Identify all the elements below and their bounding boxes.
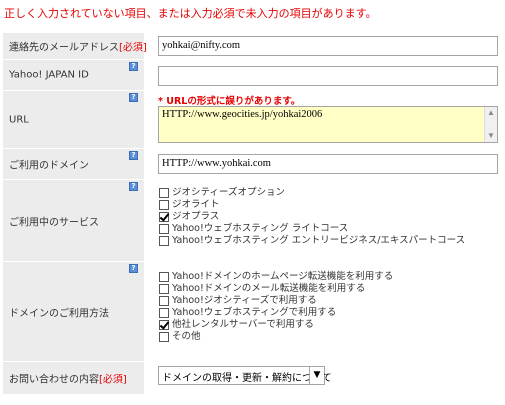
usage-option-label: Yahoo!ジオシティーズで利用する [172,295,317,306]
row-url: URL ? * URLの形式に誤りがあります。 HTTP://www.geoci… [3,91,505,149]
service-option[interactable]: ジオライト [159,199,465,211]
usage-option-label: Yahoo!ドメインのメール転送機能を利用する [172,283,366,294]
contact-form: 連絡先のメールアドレス[必須] yohkai@nifty.com Yahoo! … [3,33,505,395]
usage-option[interactable]: Yahoo!ウェブホスティングで利用する [159,307,393,319]
form-error-message: 正しく入力されていない項目、または入力必須で未入力の項目があります。 [4,7,377,20]
checkbox[interactable] [159,236,169,246]
label-services: ご利用中のサービス ? [3,180,148,261]
row-inquiry: お問い合わせの内容[必須] ドメインの取得・更新・解約について ▼ [3,362,505,395]
url-error-message: * URLの形式に誤りがあります。 [158,96,301,107]
service-option[interactable]: Yahoo!ウェブホスティング エントリービジネス/エキスパートコース [159,235,465,247]
usage-option[interactable]: 他社レンタルサーバーで利用する [159,319,393,331]
label-url-text: URL [9,114,29,125]
required-mark: [必須] [99,374,127,386]
usage-option-label: その他 [172,331,201,342]
required-mark: [必須] [119,42,147,54]
service-option[interactable]: ジオプラス [159,211,465,223]
checkbox[interactable] [159,332,169,342]
checkbox-checked[interactable] [159,320,169,330]
label-yahoo-id-text: Yahoo! JAPAN ID [9,69,89,81]
label-services-text: ご利用中のサービス [9,217,99,228]
row-domain-usage: ドメインのご利用方法 ? Yahoo!ドメインのホームページ転送機能を利用する … [3,262,505,362]
inquiry-selected-value: ドメインの取得・更新・解約について [162,373,332,384]
inquiry-select[interactable]: ドメインの取得・更新・解約について ▼ [158,366,332,385]
row-email: 連絡先のメールアドレス[必須] yohkai@nifty.com [3,33,505,60]
help-icon[interactable]: ? [129,182,138,191]
checkbox[interactable] [159,188,169,198]
checkbox[interactable] [159,224,169,234]
service-option-label: ジオライト [172,199,220,210]
label-email: 連絡先のメールアドレス[必須] [3,33,148,59]
checkbox[interactable] [159,308,169,318]
label-domain: ご利用のドメイン ? [3,149,148,179]
yahoo-id-field[interactable] [158,66,498,86]
service-option[interactable]: ジオシティーズオプション [159,187,465,199]
email-field[interactable]: yohkai@nifty.com [158,36,498,56]
usage-option-label: Yahoo!ドメインのホームページ転送機能を利用する [172,271,394,282]
usage-option[interactable]: Yahoo!ジオシティーズで利用する [159,295,393,307]
checkbox[interactable] [159,200,169,210]
row-yahoo-id: Yahoo! JAPAN ID ? [3,60,505,91]
scroll-up-icon[interactable]: ▲ [485,107,497,119]
help-icon[interactable]: ? [129,264,138,273]
services-checkbox-list: ジオシティーズオプション ジオライト ジオプラス Yahoo!ウェブホスティング… [159,187,465,247]
usage-option[interactable]: Yahoo!ドメインのホームページ転送機能を利用する [159,271,393,283]
help-icon[interactable]: ? [129,62,138,71]
service-option-label: ジオシティーズオプション [172,187,285,198]
row-services: ご利用中のサービス ? ジオシティーズオプション ジオライト ジオプラス Yah… [3,180,505,262]
textarea-scrollbar[interactable]: ▲ ▼ [484,107,497,142]
label-url: URL ? [3,91,148,148]
label-email-text: 連絡先のメールアドレス [9,42,119,54]
domain-usage-checkbox-list: Yahoo!ドメインのホームページ転送機能を利用する Yahoo!ドメインのメー… [159,271,393,343]
label-domain-text: ご利用のドメイン [9,160,89,172]
usage-option-label: 他社レンタルサーバーで利用する [172,319,314,330]
help-icon[interactable]: ? [129,151,138,160]
url-textarea-value: HTTP://www.geocities.jp/yohkai2006 [162,109,323,120]
label-inquiry-text: お問い合わせの内容 [9,374,99,386]
label-domain-usage-text: ドメインのご利用方法 [9,308,109,319]
label-inquiry: お問い合わせの内容[必須] [3,362,148,394]
scroll-down-icon[interactable]: ▼ [485,130,497,142]
row-domain: ご利用のドメイン ? HTTP://www.yohkai.com [3,149,505,180]
chevron-down-icon[interactable]: ▼ [309,367,324,384]
domain-field[interactable]: HTTP://www.yohkai.com [158,154,498,174]
checkbox[interactable] [159,296,169,306]
service-option-label: ジオプラス [172,211,220,222]
usage-option[interactable]: その他 [159,331,393,343]
url-textarea[interactable]: HTTP://www.geocities.jp/yohkai2006 ▲ ▼ [158,106,498,143]
service-option-label: Yahoo!ウェブホスティング ライトコース [172,223,349,234]
usage-option-label: Yahoo!ウェブホスティングで利用する [172,307,337,318]
help-icon[interactable]: ? [129,93,138,102]
checkbox[interactable] [159,272,169,282]
checkbox[interactable] [159,284,169,294]
service-option-label: Yahoo!ウェブホスティング エントリービジネス/エキスパートコース [172,235,466,246]
service-option[interactable]: Yahoo!ウェブホスティング ライトコース [159,223,465,235]
checkbox-checked[interactable] [159,212,169,222]
label-yahoo-id: Yahoo! JAPAN ID ? [3,60,148,90]
label-domain-usage: ドメインのご利用方法 ? [3,262,148,361]
usage-option[interactable]: Yahoo!ドメインのメール転送機能を利用する [159,283,393,295]
